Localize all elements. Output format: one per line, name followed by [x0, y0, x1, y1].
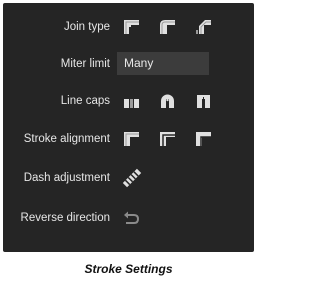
dash-adjustment-label: Dash adjustment	[23, 172, 110, 184]
line-caps-options	[123, 93, 212, 109]
bevel-join-icon[interactable]	[195, 19, 212, 35]
join-type-row: Join type	[3, 12, 254, 42]
square-cap-icon[interactable]	[195, 93, 212, 109]
dash-adjustment-row: Dash adjustment	[3, 163, 254, 193]
miter-limit-row: Miter limit	[3, 49, 254, 79]
page: Join type Miter limit Many Line caps Str…	[0, 0, 257, 291]
stroke-alignment-row: Stroke alignment	[3, 124, 254, 154]
stroke-alignment-options	[123, 131, 212, 147]
join-type-label: Join type	[63, 21, 110, 33]
miter-limit-input[interactable]	[117, 52, 209, 75]
round-join-icon[interactable]	[159, 19, 176, 35]
figure-caption: Stroke Settings	[84, 262, 173, 276]
miter-limit-label: Miter limit	[60, 58, 110, 70]
stroke-alignment-label: Stroke alignment	[23, 133, 110, 145]
butt-cap-icon[interactable]	[123, 93, 140, 109]
align-inside-icon[interactable]	[123, 131, 140, 147]
stroke-settings-panel: Join type Miter limit Many Line caps Str…	[3, 3, 254, 252]
round-cap-icon[interactable]	[159, 93, 176, 109]
align-outside-icon[interactable]	[195, 131, 212, 147]
line-caps-row: Line caps	[3, 86, 254, 116]
reverse-direction-label: Reverse direction	[20, 212, 110, 224]
miter-join-icon[interactable]	[123, 19, 140, 35]
join-type-options	[123, 19, 212, 35]
line-caps-label: Line caps	[60, 95, 110, 107]
dash-adjust-icon[interactable]	[121, 167, 143, 189]
dash-adjustment-options	[121, 167, 143, 189]
reverse-direction-options	[123, 210, 140, 226]
reverse-arrow-icon[interactable]	[123, 210, 140, 226]
reverse-direction-row: Reverse direction	[3, 203, 254, 233]
align-center-icon[interactable]	[159, 131, 176, 147]
